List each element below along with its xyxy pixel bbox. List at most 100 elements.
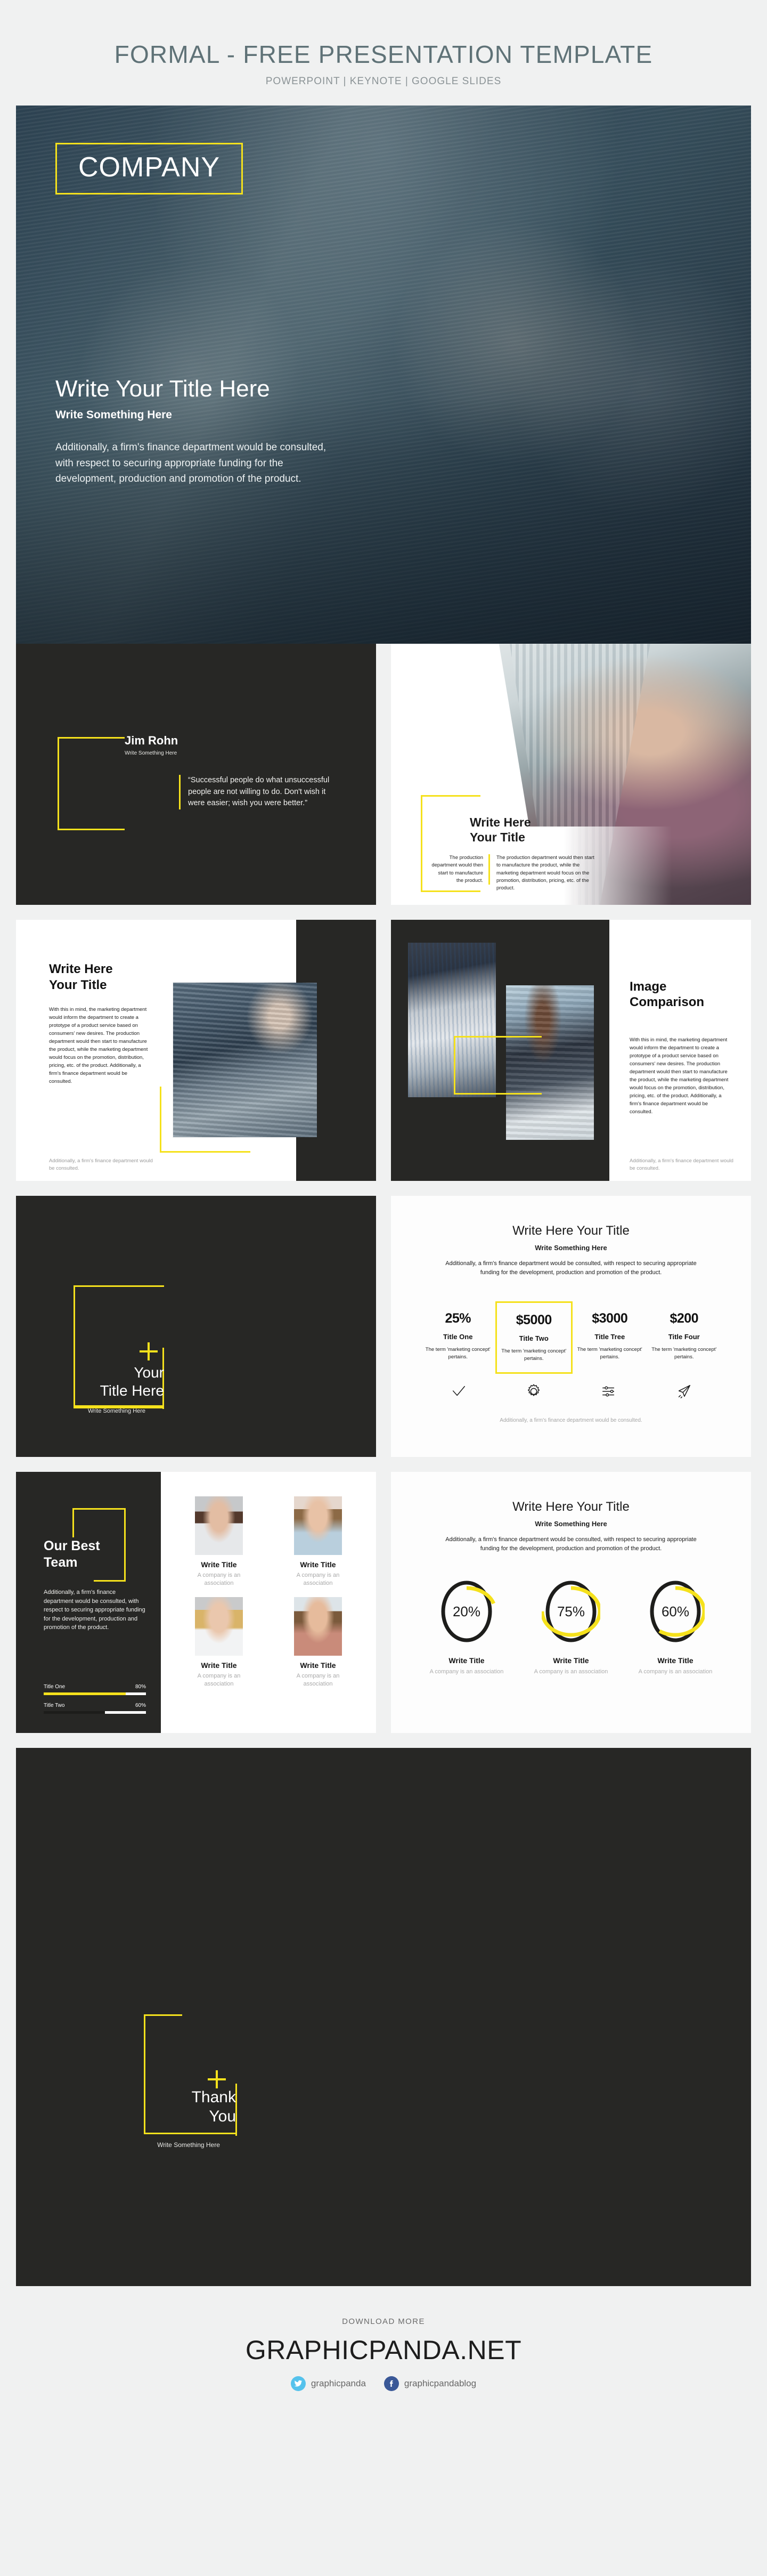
donut-description: Additionally, a firm's finance departmen… <box>445 1536 697 1552</box>
quote-author-name: Jim Rohn <box>125 734 178 748</box>
quote-bracket-decoration <box>58 737 125 831</box>
donut-name: Write Title <box>553 1656 589 1665</box>
page-header: FORMAL - FREE PRESENTATION TEMPLATE POWE… <box>0 0 767 106</box>
team-members-panel: Write Title A company is an association Wr… <box>161 1472 376 1733</box>
thank-you-title-line2: You <box>209 2108 236 2126</box>
stats-description: Additionally, a firm's finance departmen… <box>445 1260 697 1276</box>
diagonal-title: Write Here Your Title <box>470 815 582 845</box>
skill-bar-fill <box>44 1711 105 1714</box>
slide-thank-you[interactable]: Thank You Write Something Here <box>16 1748 751 2287</box>
team-paragraph: Additionally, a firm's finance departmen… <box>44 1589 145 1631</box>
text-image-photo <box>173 983 317 1138</box>
gear-icon[interactable] <box>496 1383 571 1399</box>
slide-section-title[interactable]: Your Title Here Write Something Here <box>16 1196 376 1457</box>
slide-image-comparison[interactable]: Image Comparison With this in mind, the … <box>391 920 751 1181</box>
slide-stats[interactable]: Write Here Your Title Write Something He… <box>391 1196 751 1457</box>
footer-kicker: DOWNLOAD MORE <box>342 2317 425 2327</box>
page-title: FORMAL - FREE PRESENTATION TEMPLATE <box>114 40 653 68</box>
stat-card[interactable]: $200 Title Four The term 'marketing concep… <box>647 1301 722 1374</box>
skill-bar-fill <box>44 1692 126 1696</box>
donut-ring: 20% <box>437 1576 496 1647</box>
stat-value: $3000 <box>592 1311 628 1326</box>
skill-bar-label: Title Two <box>44 1703 65 1709</box>
slide-hero[interactable]: COMPANY Write Your Title Here Write Some… <box>16 106 751 644</box>
skill-bar-track <box>44 1692 146 1696</box>
donut-subtitle: Write Something Here <box>535 1520 607 1528</box>
sliders-icon[interactable] <box>571 1383 646 1399</box>
stat-value: $5000 <box>516 1313 552 1328</box>
diagonal-bracket-decoration <box>421 795 480 893</box>
donut-card[interactable]: 20% Write Title A company is an associatio… <box>414 1576 519 1676</box>
section-title-line1: Your <box>134 1364 164 1381</box>
comparison-paragraph: With this in mind, the marketing departm… <box>630 1037 729 1115</box>
text-image-title-line2: Your Title <box>49 977 107 992</box>
slide-diagonal-photo[interactable]: Write Here Your Title The production dep… <box>391 644 751 905</box>
donut-value: 75% <box>557 1603 585 1619</box>
donut-name: Write Title <box>448 1656 485 1665</box>
thank-you-top-bar <box>144 2014 182 2016</box>
stats-header: Write Here Your Title Write Something He… <box>391 1196 751 1277</box>
stats-footnote: Additionally, a firm's finance departmen… <box>500 1417 642 1423</box>
stat-label: Title Two <box>519 1334 549 1343</box>
slide-quote[interactable]: Jim Rohn Write Something Here “Successfu… <box>16 644 376 905</box>
slide-donut-chart[interactable]: Write Here Your Title Write Something He… <box>391 1472 751 1733</box>
stats-grid: 25% Title One The term 'marketing concept'… <box>391 1301 751 1374</box>
team-bracket-decoration-left <box>72 1508 74 1538</box>
team-member-name: Write Title <box>300 1560 336 1569</box>
paper-plane-icon[interactable] <box>646 1383 721 1399</box>
team-member-card[interactable]: Write Title A company is an association <box>281 1597 355 1688</box>
team-members-grid: Write Title A company is an association Wr… <box>182 1496 355 1688</box>
stat-text: The term 'marketing concept' pertains. <box>425 1347 491 1360</box>
donut-header: Write Here Your Title Write Something He… <box>391 1472 751 1553</box>
quote-text: “Successful people do what unsuccessful … <box>179 775 339 809</box>
team-member-name: Write Title <box>300 1660 336 1670</box>
slide-row-4: Our Best Team Additionally, a firm's fin… <box>16 1472 751 1733</box>
template-preview-page: FORMAL - FREE PRESENTATION TEMPLATE POWE… <box>0 0 767 2425</box>
thank-you-title: Thank You <box>141 2088 236 2126</box>
thank-you-title-line1: Thank <box>191 2088 236 2107</box>
donut-ring: 60% <box>646 1576 705 1647</box>
plus-icon <box>208 2070 226 2089</box>
slide-text-image[interactable]: Write Here Your Title With this in mind,… <box>16 920 376 1181</box>
footer-brand[interactable]: GRAPHICPANDA.NET <box>0 2335 767 2366</box>
team-member-role: A company is an association <box>197 1572 241 1587</box>
team-member-card[interactable]: Write Title A company is an association <box>182 1496 256 1587</box>
slides-container: COMPANY Write Your Title Here Write Some… <box>16 106 751 2287</box>
stat-label: Title One <box>443 1333 473 1341</box>
donut-subtext: A company is an association <box>638 1668 713 1675</box>
skill-bar: Title Two 60% <box>44 1703 146 1714</box>
donut-title: Write Here Your Title <box>512 1500 630 1514</box>
hero-body-text: Additionally, a firm's finance departmen… <box>55 442 327 485</box>
text-image-title: Write Here Your Title <box>49 961 151 993</box>
slide-team[interactable]: Our Best Team Additionally, a firm's fin… <box>16 1472 376 1733</box>
footer-socials: graphicpanda graphicpandablog <box>0 2376 767 2392</box>
twitter-icon <box>290 2376 306 2392</box>
section-title-line2: Title Here <box>100 1382 164 1399</box>
facebook-link[interactable]: graphicpandablog <box>384 2376 476 2392</box>
slide-row-1: Jim Rohn Write Something Here “Successfu… <box>16 644 751 905</box>
check-icon[interactable] <box>421 1383 496 1399</box>
stat-card[interactable]: $3000 Title Tree The term 'marketing conce… <box>573 1301 647 1374</box>
avatar <box>195 1496 243 1556</box>
team-member-role: A company is an association <box>296 1572 340 1587</box>
stat-text: The term 'marketing concept' pertains. <box>577 1347 642 1360</box>
hero-title: Write Your Title Here <box>55 375 270 402</box>
twitter-link[interactable]: graphicpanda <box>290 2376 366 2392</box>
stat-card[interactable]: 25% Title One The term 'marketing concept'… <box>421 1301 495 1374</box>
hero-content: COMPANY Write Your Title Here Write Some… <box>16 106 751 487</box>
donut-card[interactable]: 75% Write Title A company is an associatio… <box>519 1576 623 1676</box>
stat-card[interactable]: $5000 Title Two The term 'marketing concep… <box>495 1301 573 1374</box>
team-member-card[interactable]: Write Title A company is an association <box>182 1597 256 1688</box>
thank-you-subtitle: Write Something Here <box>157 2141 220 2149</box>
text-image-paragraph: With this in mind, the marketing departm… <box>49 1006 148 1084</box>
donut-subtext: A company is an association <box>429 1668 504 1675</box>
donut-card[interactable]: 60% Write Title A company is an associatio… <box>623 1576 728 1676</box>
team-title-line1: Our Best <box>44 1538 100 1554</box>
team-title: Our Best Team <box>44 1538 118 1570</box>
team-member-card[interactable]: Write Title A company is an association <box>281 1496 355 1587</box>
team-skill-bars: Title One 80% Title Two 60% <box>44 1684 146 1721</box>
skill-bar-label: Title One <box>44 1684 66 1690</box>
stat-text: The term 'marketing concept' pertains. <box>651 1347 717 1360</box>
slide-row-2: Write Here Your Title With this in mind,… <box>16 920 751 1181</box>
company-logo-box: COMPANY <box>55 143 243 195</box>
